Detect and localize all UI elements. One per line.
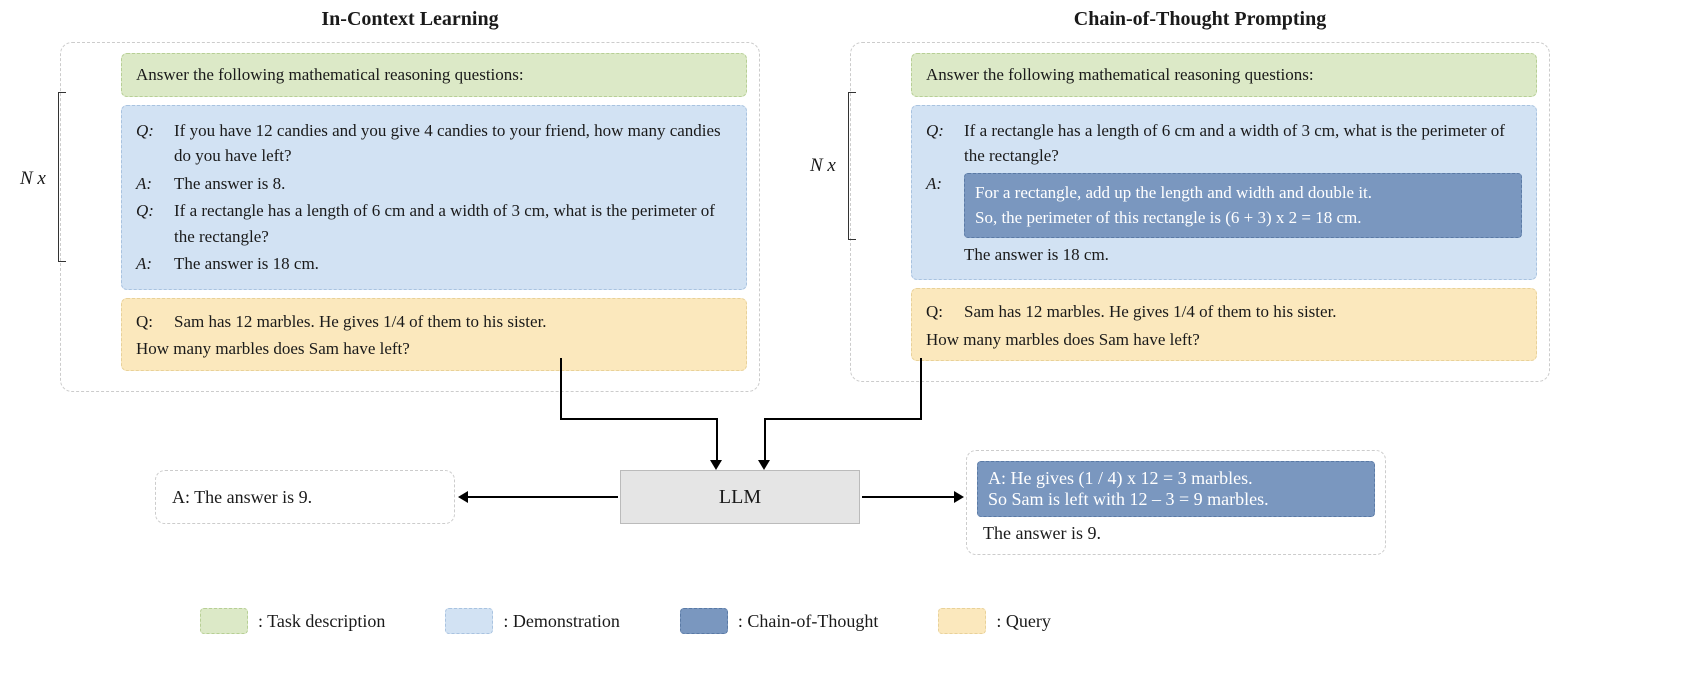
arrow-left-icon	[458, 491, 468, 503]
legend-label: : Chain-of-Thought	[738, 611, 878, 632]
a-label: A:	[136, 251, 162, 277]
arrow-line	[920, 358, 922, 418]
panel-icl: Answer the following mathematical reason…	[60, 42, 760, 392]
arrow-right-icon	[954, 491, 964, 503]
arrow-down-icon	[758, 460, 770, 470]
q-label: Q:	[136, 309, 162, 335]
n-times-label: N x	[20, 168, 46, 190]
cot-line: A: He gives (1 / 4) x 12 = 3 marbles.	[988, 468, 1364, 489]
cot-line: So, the perimeter of this rectangle is (…	[975, 205, 1511, 231]
title-cot: Chain-of-Thought Prompting	[850, 8, 1550, 31]
arrow-down-icon	[710, 460, 722, 470]
cot-line: For a rectangle, add up the length and w…	[975, 180, 1511, 206]
arrow-line	[560, 418, 718, 420]
q-label: Q:	[926, 299, 952, 325]
legend-cot: : Chain-of-Thought	[680, 608, 878, 634]
legend-task: : Task description	[200, 608, 385, 634]
a-label: A:	[926, 171, 952, 268]
legend-query: : Query	[938, 608, 1050, 634]
n-times-label: N x	[810, 155, 836, 177]
legend: : Task description : Demonstration : Cha…	[200, 608, 1051, 634]
chain-of-thought: For a rectangle, add up the length and w…	[964, 173, 1522, 238]
a-text: The answer is 18 cm.	[964, 242, 1522, 268]
arrow-line	[716, 418, 718, 462]
demonstration-right: Q: If a rectangle has a length of 6 cm a…	[911, 105, 1537, 281]
arrow-line	[468, 496, 618, 498]
legend-label: : Task description	[258, 611, 385, 632]
swatch-cot-icon	[680, 608, 728, 634]
llm-box: LLM	[620, 470, 860, 524]
bracket-icon	[848, 92, 856, 240]
output-text: A: The answer is 9.	[172, 487, 312, 508]
swatch-query-icon	[938, 608, 986, 634]
arrow-line	[764, 418, 922, 420]
output-final: The answer is 9.	[977, 521, 1375, 546]
q-text: Sam has 12 marbles. He gives 1/4 of them…	[174, 309, 732, 335]
q-text: If you have 12 candies and you give 4 ca…	[174, 118, 732, 169]
q-text: If a rectangle has a length of 6 cm and …	[174, 198, 732, 249]
q-text: Sam has 12 marbles. He gives 1/4 of them…	[964, 299, 1522, 325]
bracket-icon	[58, 92, 66, 262]
chain-of-thought-output: A: He gives (1 / 4) x 12 = 3 marbles. So…	[977, 461, 1375, 517]
task-description-left: Answer the following mathematical reason…	[121, 53, 747, 97]
cot-line: So Sam is left with 12 – 3 = 9 marbles.	[988, 489, 1364, 510]
title-icl: In-Context Learning	[60, 8, 760, 31]
a-label: A:	[136, 171, 162, 197]
query-left: Q: Sam has 12 marbles. He gives 1/4 of t…	[121, 298, 747, 371]
output-cot: A: He gives (1 / 4) x 12 = 3 marbles. So…	[966, 450, 1386, 555]
q-text: How many marbles does Sam have left?	[926, 327, 1522, 353]
legend-label: : Query	[996, 611, 1050, 632]
q-label: Q:	[136, 118, 162, 169]
q-text: How many marbles does Sam have left?	[136, 336, 732, 362]
panel-cot: Answer the following mathematical reason…	[850, 42, 1550, 382]
arrow-line	[862, 496, 954, 498]
q-label: Q:	[136, 198, 162, 249]
demonstration-left: Q: If you have 12 candies and you give 4…	[121, 105, 747, 290]
task-description-right: Answer the following mathematical reason…	[911, 53, 1537, 97]
a-text: The answer is 18 cm.	[174, 251, 732, 277]
q-text: If a rectangle has a length of 6 cm and …	[964, 118, 1522, 169]
arrow-line	[560, 358, 562, 418]
output-icl: A: The answer is 9.	[155, 470, 455, 524]
legend-label: : Demonstration	[503, 611, 619, 632]
swatch-demo-icon	[445, 608, 493, 634]
arrow-line	[764, 418, 766, 462]
a-text: The answer is 8.	[174, 171, 732, 197]
query-right: Q: Sam has 12 marbles. He gives 1/4 of t…	[911, 288, 1537, 361]
legend-demo: : Demonstration	[445, 608, 619, 634]
q-label: Q:	[926, 118, 952, 169]
swatch-task-icon	[200, 608, 248, 634]
